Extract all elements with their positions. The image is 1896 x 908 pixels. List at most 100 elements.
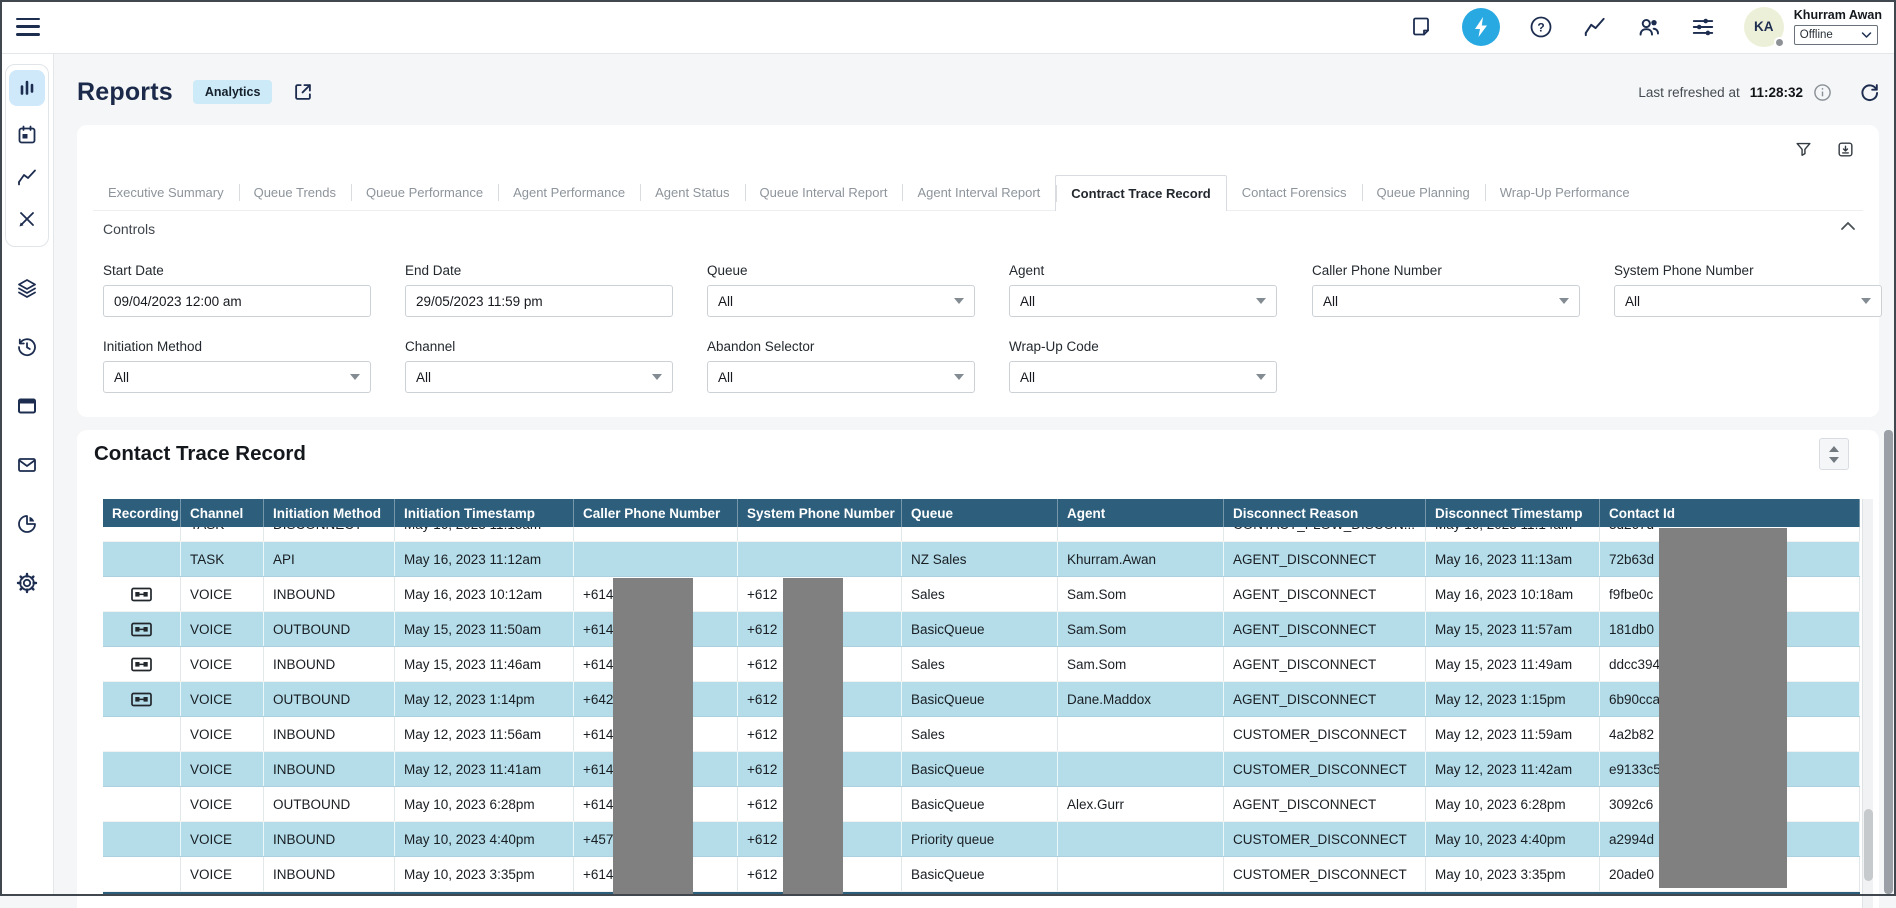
sidebar-item-bar-chart[interactable]: [9, 70, 45, 106]
lightning-quick-actions-icon[interactable]: [1462, 8, 1500, 46]
table-row[interactable]: TASKDISCONNECTMay 16, 2023 11:13amCONTAC…: [103, 527, 1860, 542]
info-icon[interactable]: [1813, 83, 1832, 102]
cell-initiation-method: OUTBOUND: [264, 787, 395, 821]
refresh-icon[interactable]: [1858, 81, 1880, 103]
recording-icon[interactable]: [131, 587, 152, 602]
recording-icon[interactable]: [131, 657, 152, 672]
cell-agent: Dane.Maddox: [1058, 682, 1224, 716]
cell-queue: BasicQueue: [902, 857, 1058, 891]
table-row[interactable]: TASKAPIMay 16, 2023 11:12amNZ SalesKhurr…: [103, 542, 1860, 577]
help-icon[interactable]: ?: [1528, 14, 1554, 40]
tab-queue-planning[interactable]: Queue Planning: [1362, 175, 1485, 210]
tab-agent-performance[interactable]: Agent Performance: [498, 175, 640, 210]
column-header-queue[interactable]: Queue: [902, 499, 1058, 527]
tab-contract-trace-record[interactable]: Contract Trace Record: [1055, 175, 1226, 211]
cell-queue: Sales: [902, 647, 1058, 681]
channel-select[interactable]: All: [405, 361, 673, 393]
table-row[interactable]: VOICEINBOUNDMay 15, 2023 11:46am+614+612…: [103, 647, 1860, 682]
sidebar-item-window[interactable]: [14, 393, 40, 419]
agent-select[interactable]: All: [1009, 285, 1277, 317]
tab-agent-interval-report[interactable]: Agent Interval Report: [902, 175, 1055, 210]
sidebar-item-line-chart[interactable]: [14, 164, 40, 190]
wrap-up-code-value: All: [1020, 370, 1035, 385]
dropdown-caret-icon: [954, 298, 964, 304]
tab-queue-trends[interactable]: Queue Trends: [239, 175, 351, 210]
column-header-initiation-method[interactable]: Initiation Method: [264, 499, 395, 527]
sidebar-item-settings-gear[interactable]: [14, 570, 40, 596]
cell-reason: AGENT_DISCONNECT: [1224, 787, 1426, 821]
table-scrollbar[interactable]: [1862, 499, 1873, 908]
sidebar-item-layers[interactable]: [14, 275, 40, 301]
sidebar-item-history[interactable]: [14, 334, 40, 360]
sidebar-item-pie-chart[interactable]: [14, 511, 40, 537]
external-link-icon[interactable]: [292, 81, 314, 103]
column-header-channel[interactable]: Channel: [181, 499, 264, 527]
metrics-chart-icon[interactable]: [1582, 14, 1608, 40]
abandon-selector-select[interactable]: All: [707, 361, 975, 393]
system-phone-number-select[interactable]: All: [1614, 285, 1882, 317]
sidebar-item-mail[interactable]: [14, 452, 40, 478]
tab-agent-status[interactable]: Agent Status: [640, 175, 744, 210]
caller-phone-number-value: All: [1323, 294, 1338, 309]
notes-icon[interactable]: [1408, 14, 1434, 40]
cell-initiation-timestamp: May 12, 2023 11:41am: [395, 752, 574, 786]
cell-initiation-method: INBOUND: [264, 717, 395, 751]
table-scrollbar-thumb[interactable]: [1864, 809, 1873, 881]
table-row[interactable]: VOICEINBOUNDMay 10, 2023 4:40pm+457+612P…: [103, 822, 1860, 857]
user-name: Khurram Awan: [1794, 8, 1882, 22]
cell-queue: Sales: [902, 717, 1058, 751]
users-icon[interactable]: [1636, 14, 1662, 40]
sidebar-reports-group: [5, 64, 49, 247]
end-date-input[interactable]: 29/05/2023 11:59 pm: [405, 285, 673, 317]
wrap-up-code-select[interactable]: All: [1009, 361, 1277, 393]
cell-queue: Sales: [902, 577, 1058, 611]
column-header-disconnect-reason[interactable]: Disconnect Reason: [1224, 499, 1426, 527]
table-row[interactable]: VOICEINBOUNDMay 12, 2023 11:41am+614+612…: [103, 752, 1860, 787]
redaction-box-system-phone: [783, 578, 843, 896]
sidebar-item-design-brush[interactable]: [14, 206, 40, 232]
spinner-down-icon[interactable]: [1829, 457, 1839, 463]
abandon-selector-field: Abandon SelectorAll: [707, 339, 975, 393]
avatar[interactable]: KA: [1744, 7, 1784, 47]
column-header-initiation-timestamp[interactable]: Initiation Timestamp: [395, 499, 574, 527]
queue-select[interactable]: All: [707, 285, 975, 317]
collapse-controls-icon[interactable]: [1839, 219, 1857, 237]
column-header-agent[interactable]: Agent: [1058, 499, 1224, 527]
column-header-recording[interactable]: Recording: [103, 499, 181, 527]
tab-queue-interval-report[interactable]: Queue Interval Report: [745, 175, 903, 210]
start-date-input[interactable]: 09/04/2023 12:00 am: [103, 285, 371, 317]
table-row[interactable]: VOICEOUTBOUNDMay 12, 2023 1:14pm+642+612…: [103, 682, 1860, 717]
table-row[interactable]: VOICEINBOUNDMay 16, 2023 10:12am+614+612…: [103, 577, 1860, 612]
queue-value: All: [718, 294, 733, 309]
spinner-up-icon[interactable]: [1829, 446, 1839, 452]
recording-icon[interactable]: [131, 692, 152, 707]
table-row[interactable]: VOICEOUTBOUNDMay 10, 2023 6:28pm+614+612…: [103, 787, 1860, 822]
column-header-contact-id[interactable]: Contact Id: [1600, 499, 1860, 527]
download-icon[interactable]: [1835, 139, 1855, 159]
channel-field: ChannelAll: [405, 339, 673, 393]
tab-executive-summary[interactable]: Executive Summary: [93, 175, 239, 210]
recording-icon[interactable]: [131, 622, 152, 637]
tab-queue-performance[interactable]: Queue Performance: [351, 175, 498, 210]
sliders-settings-icon[interactable]: [1690, 14, 1716, 40]
table-row[interactable]: VOICEOUTBOUNDMay 15, 2023 11:50am+614+61…: [103, 612, 1860, 647]
column-header-caller-phone-number[interactable]: Caller Phone Number: [574, 499, 738, 527]
page-scrollbar[interactable]: [1884, 430, 1893, 894]
report-title: Contact Trace Record: [94, 442, 306, 466]
cell-agent: [1058, 822, 1224, 856]
channel-value: All: [416, 370, 431, 385]
column-header-system-phone-number[interactable]: System Phone Number: [738, 499, 902, 527]
tab-wrap-up-performance[interactable]: Wrap-Up Performance: [1485, 175, 1645, 210]
status-select[interactable]: Offline: [1794, 25, 1878, 45]
table-row[interactable]: VOICEINBOUNDMay 12, 2023 11:56am+614+612…: [103, 717, 1860, 752]
filter-icon[interactable]: [1793, 139, 1813, 159]
table-row[interactable]: VOICEINBOUNDMay 10, 2023 3:35pm+614+612B…: [103, 857, 1860, 892]
initiation-method-select[interactable]: All: [103, 361, 371, 393]
report-spinner-control[interactable]: [1819, 438, 1849, 470]
tab-contact-forensics[interactable]: Contact Forensics: [1227, 175, 1362, 210]
sidebar-item-calendar[interactable]: [14, 122, 40, 148]
cell-system: [738, 542, 902, 576]
hamburger-menu-icon[interactable]: [16, 18, 40, 36]
caller-phone-number-select[interactable]: All: [1312, 285, 1580, 317]
column-header-disconnect-timestamp[interactable]: Disconnect Timestamp: [1426, 499, 1600, 527]
